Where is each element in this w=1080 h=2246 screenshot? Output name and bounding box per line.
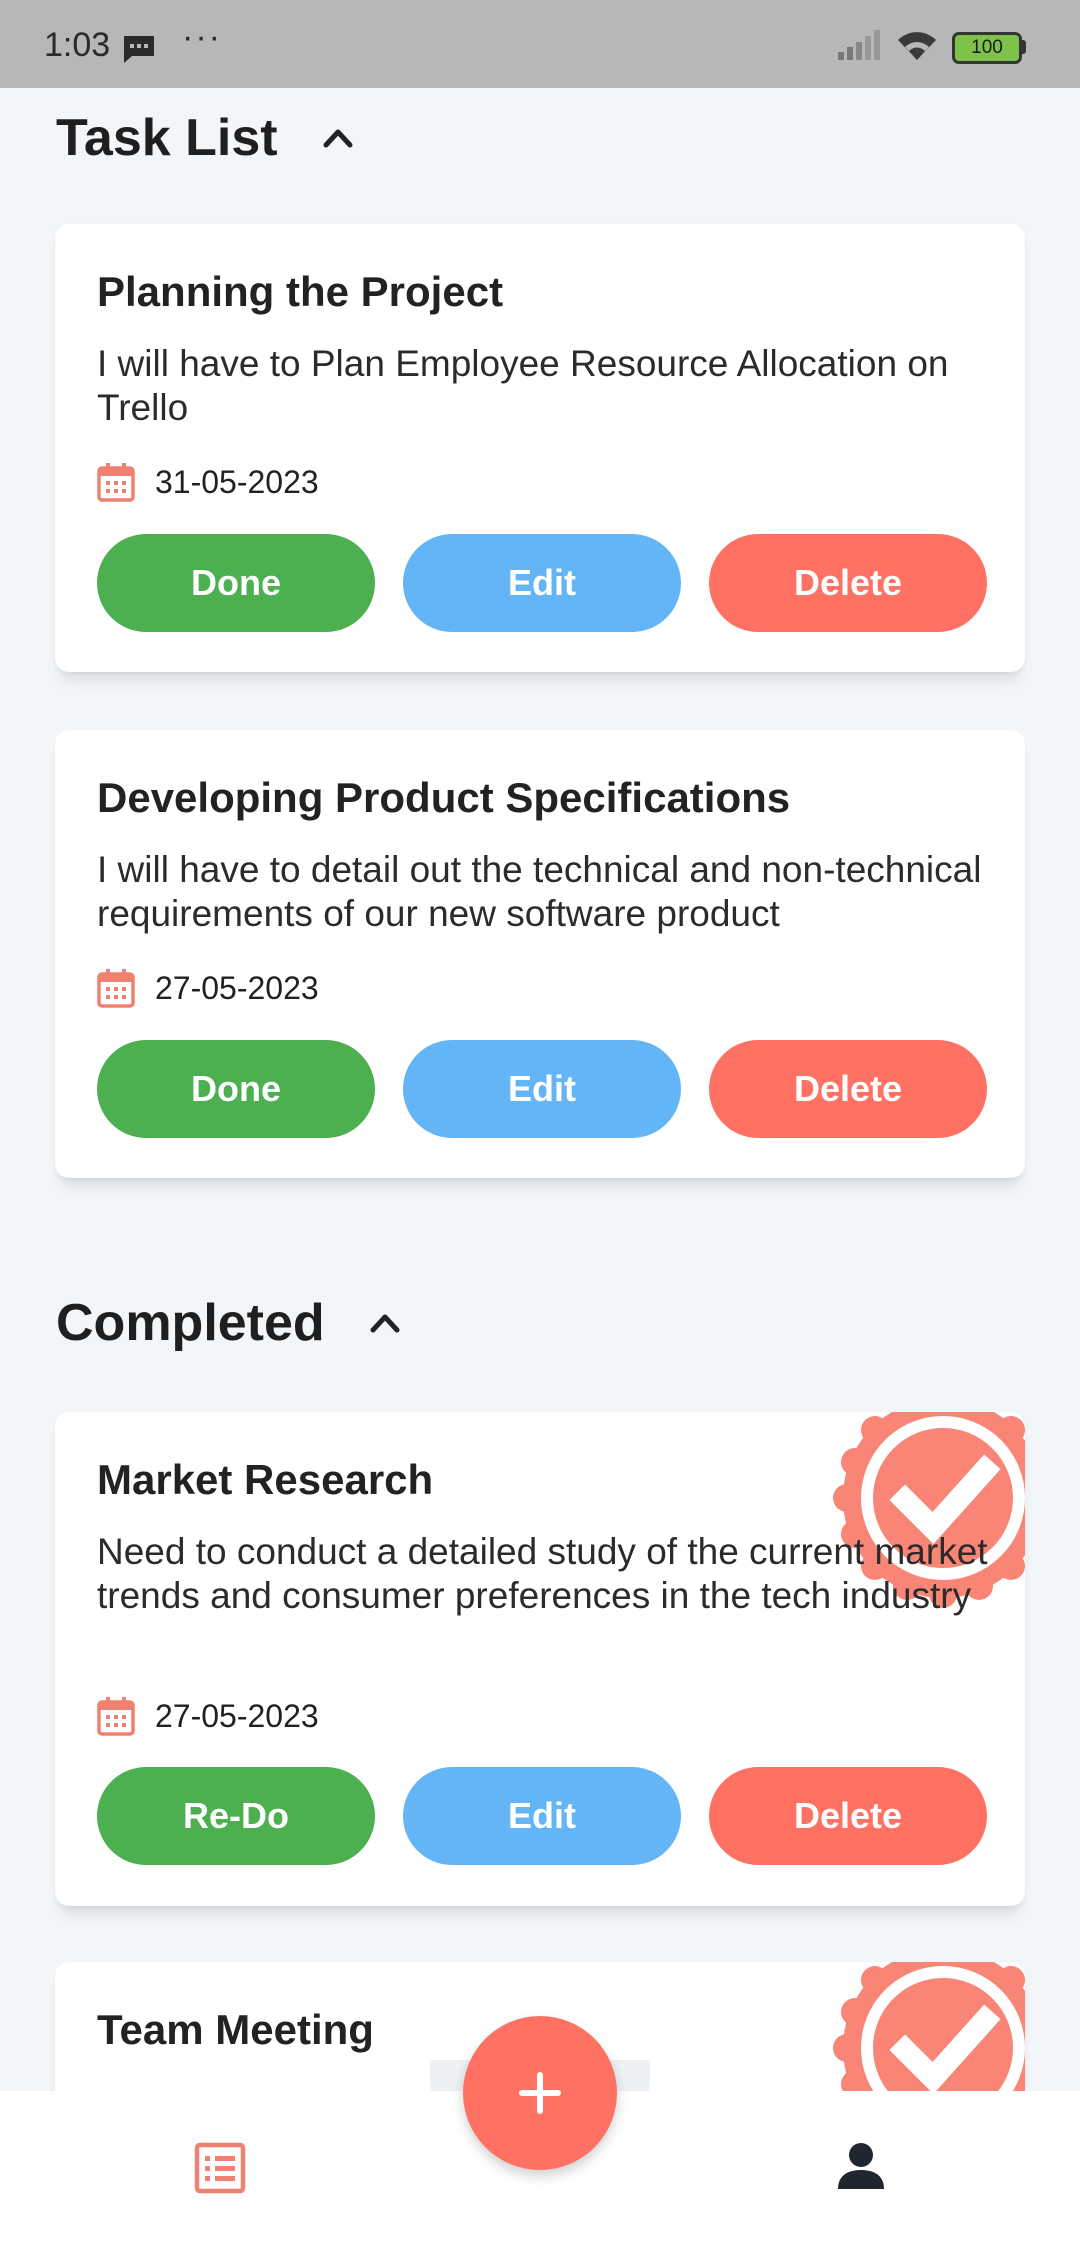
person-icon — [838, 2143, 884, 2189]
add-task-button[interactable] — [463, 2016, 617, 2170]
list-icon — [194, 2142, 246, 2194]
task-title: Planning the Project — [97, 268, 504, 315]
done-button[interactable]: Done — [97, 1040, 375, 1138]
calendar-icon — [97, 969, 135, 1008]
task-actions: Re-Do Edit Delete — [97, 1767, 987, 1865]
plus-icon — [519, 2072, 561, 2114]
section-title-task-list: Task List — [56, 109, 278, 167]
delete-button[interactable]: Delete — [709, 1767, 987, 1865]
completed-task-card: Market Research Need to conduct a detail… — [55, 1412, 1025, 1906]
task-list-header[interactable]: Task List — [56, 108, 358, 168]
task-title: Developing Product Specifications — [97, 774, 791, 821]
chevron-up-icon[interactable] — [318, 118, 358, 158]
task-date-text: 31-05-2023 — [155, 463, 319, 500]
status-more-indicator: ··· — [182, 18, 222, 56]
task-title: Market Research — [97, 1456, 434, 1503]
section-title-completed: Completed — [56, 1294, 325, 1352]
wifi-icon — [894, 28, 940, 67]
battery-indicator: 100 — [952, 32, 1022, 64]
task-date: 27-05-2023 — [97, 968, 319, 1008]
task-date: 31-05-2023 — [97, 462, 319, 502]
edit-button[interactable]: Edit — [403, 534, 681, 632]
calendar-icon — [97, 463, 135, 502]
chevron-up-icon[interactable] — [365, 1303, 405, 1343]
status-bar: 1:03 ··· 100 — [0, 0, 1080, 88]
signal-icon — [838, 30, 880, 65]
task-title: Team Meeting — [97, 2006, 374, 2053]
battery-tip — [1021, 40, 1026, 54]
completed-header[interactable]: Completed — [56, 1293, 405, 1353]
task-description: Need to conduct a detailed study of the … — [97, 1531, 988, 1616]
task-actions: Done Edit Delete — [97, 1040, 987, 1138]
nav-tasks-tab[interactable] — [194, 2142, 246, 2199]
task-date-text: 27-05-2023 — [155, 1697, 319, 1734]
edit-button[interactable]: Edit — [403, 1040, 681, 1138]
task-actions: Done Edit Delete — [97, 534, 987, 632]
redo-button[interactable]: Re-Do — [97, 1767, 375, 1865]
nav-profile-tab[interactable] — [836, 2142, 886, 2195]
task-date-text: 27-05-2023 — [155, 969, 319, 1006]
delete-button[interactable]: Delete — [709, 534, 987, 632]
calendar-icon — [97, 1697, 135, 1736]
task-description: I will have to detail out the technical … — [97, 849, 982, 934]
message-notification-icon — [122, 34, 156, 69]
status-time: 1:03 — [44, 26, 111, 64]
task-card: Developing Product Specifications I will… — [55, 730, 1025, 1178]
done-button[interactable]: Done — [97, 534, 375, 632]
task-card: Planning the Project I will have to Plan… — [55, 224, 1025, 672]
delete-button[interactable]: Delete — [709, 1040, 987, 1138]
edit-button[interactable]: Edit — [403, 1767, 681, 1865]
task-description: I will have to Plan Employee Resource Al… — [97, 343, 949, 428]
task-date: 27-05-2023 — [97, 1696, 319, 1736]
